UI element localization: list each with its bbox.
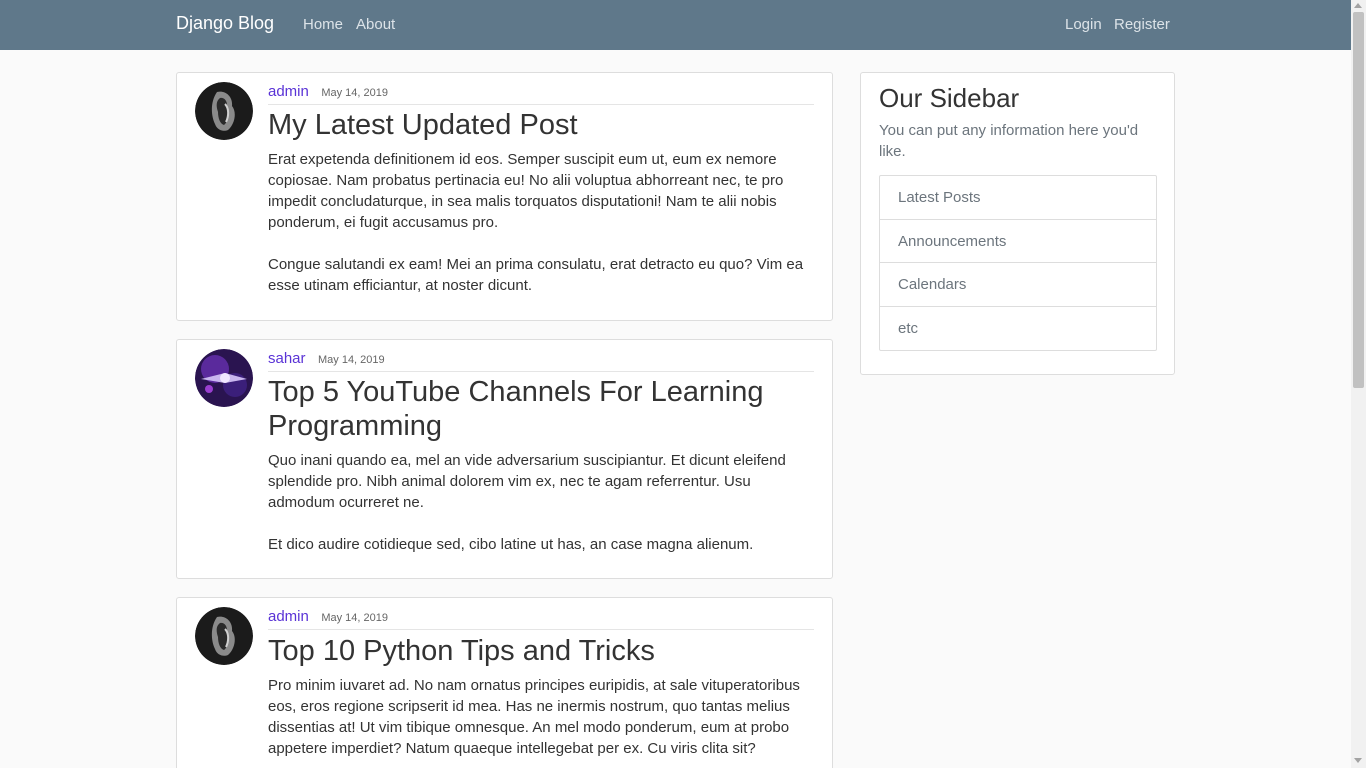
- post-card: admin May 14, 2019 Top 10 Python Tips an…: [176, 597, 833, 768]
- post-date: May 14, 2019: [321, 87, 388, 99]
- sidebar-description: You can put any information here you'd l…: [879, 122, 1139, 160]
- post-meta: admin May 14, 2019: [268, 83, 814, 105]
- author-avatar: [195, 607, 253, 665]
- post-date: May 14, 2019: [321, 612, 388, 624]
- post-paragraph: Congue salutandi ex eam! Mei an prima co…: [268, 256, 804, 294]
- nav-home-link[interactable]: Home: [303, 16, 343, 33]
- post-paragraph: Quo inani quando ea, mel an vide adversa…: [268, 452, 786, 511]
- post-title-link[interactable]: My Latest Updated Post: [268, 108, 814, 142]
- post-content: Quo inani quando ea, mel an vide adversa…: [268, 450, 814, 555]
- sidebar-title: Our Sidebar: [879, 83, 1020, 113]
- post-meta: sahar May 14, 2019: [268, 350, 814, 372]
- page-scrollbar[interactable]: [1351, 0, 1366, 768]
- brand-link[interactable]: Django Blog: [176, 13, 274, 34]
- sidebar: Our Sidebar You can put any information …: [860, 72, 1175, 375]
- post-title-link[interactable]: Top 5 YouTube Channels For Learning Prog…: [268, 375, 814, 443]
- post-card: sahar May 14, 2019 Top 5 YouTube Channel…: [176, 339, 833, 579]
- post-content: Pro minim iuvaret ad. No nam ornatus pri…: [268, 675, 814, 759]
- post-title-link[interactable]: Top 10 Python Tips and Tricks: [268, 634, 814, 668]
- sidebar-item-calendars[interactable]: Calendars: [880, 263, 1156, 307]
- post-paragraph: Erat expetenda definitionem id eos. Semp…: [268, 151, 784, 231]
- sidebar-item-announcements[interactable]: Announcements: [880, 220, 1156, 263]
- sidebar-list: Latest Posts Announcements Calendars etc: [879, 175, 1157, 351]
- author-avatar: [195, 349, 253, 407]
- post-date: May 14, 2019: [317, 354, 385, 366]
- scroll-up-icon[interactable]: [1354, 3, 1362, 8]
- author-avatar: [195, 82, 253, 140]
- post-paragraph: Pro minim iuvaret ad. No nam ornatus pri…: [268, 677, 800, 757]
- scroll-down-icon[interactable]: [1354, 758, 1362, 763]
- nav-about-link[interactable]: About: [356, 16, 395, 33]
- post-paragraph: Et dico audire cotidieque sed, cibo lati…: [268, 536, 754, 553]
- navbar: Django Blog Home About Login Register: [0, 0, 1351, 50]
- post-meta: admin May 14, 2019: [268, 608, 814, 630]
- scroll-thumb[interactable]: [1353, 12, 1364, 388]
- post-content: Erat expetenda definitionem id eos. Semp…: [268, 149, 814, 296]
- author-link[interactable]: sahar: [268, 350, 306, 367]
- author-link[interactable]: admin: [268, 608, 309, 625]
- sidebar-item-etc[interactable]: etc: [880, 307, 1156, 351]
- sidebar-item-latest-posts[interactable]: Latest Posts: [880, 176, 1156, 220]
- nav-login-link[interactable]: Login: [1065, 16, 1102, 33]
- post-card: admin May 14, 2019 My Latest Updated Pos…: [176, 72, 833, 321]
- author-link[interactable]: admin: [268, 83, 309, 100]
- nav-register-link[interactable]: Register: [1114, 16, 1170, 33]
